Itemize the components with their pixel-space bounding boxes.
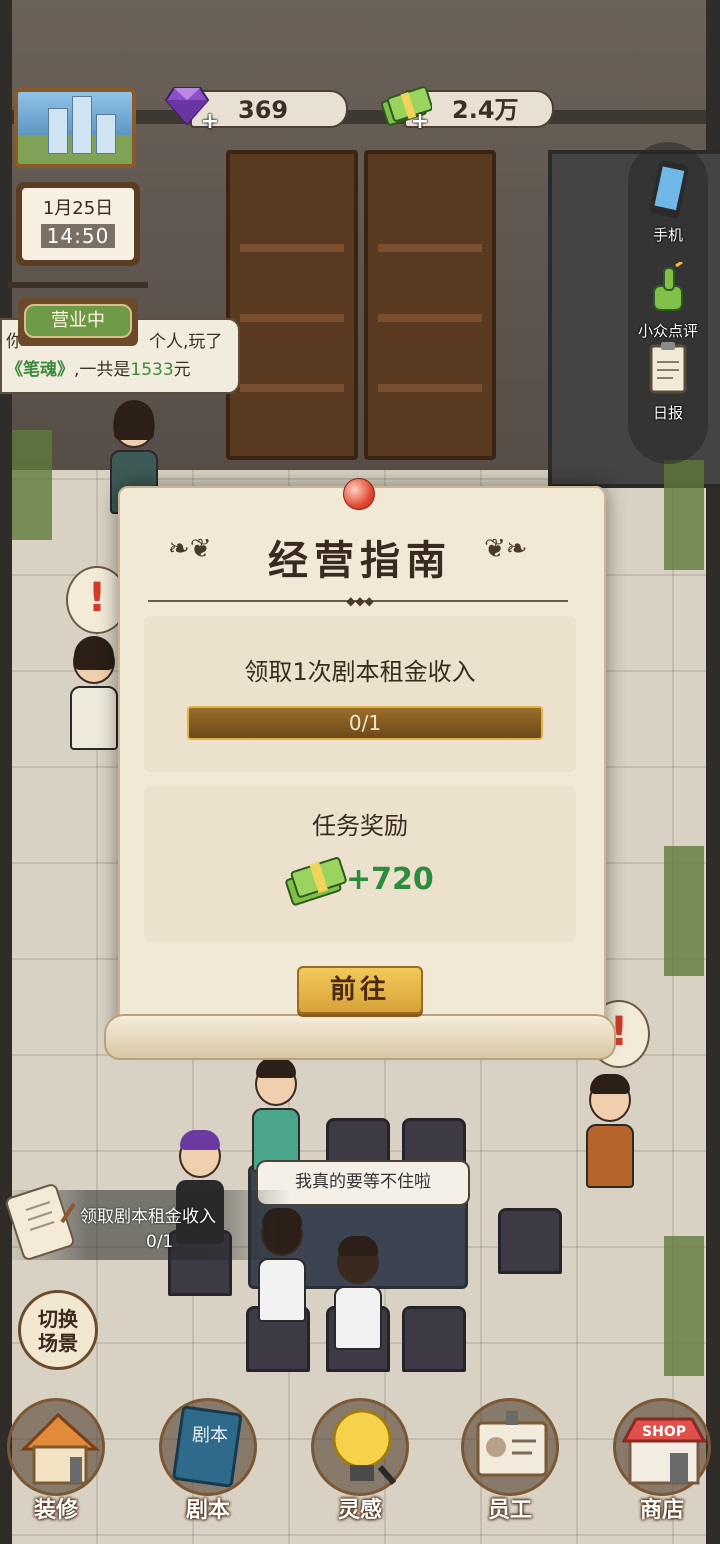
open-status-sign-front[interactable]: 营业中 <box>18 298 138 346</box>
reviews-button[interactable]: 小众点评 <box>628 260 708 341</box>
cash-stack-icon <box>285 857 347 906</box>
reviews-label: 小众点评 <box>637 322 698 340</box>
daily-report-button[interactable]: 日报 <box>628 340 708 423</box>
scroll-icon[interactable] <box>4 1184 84 1264</box>
staff-badge-icon <box>476 1411 548 1477</box>
house-icon <box>20 1412 100 1485</box>
divider-ornament-icon: ◆◆◆ <box>346 594 374 608</box>
go-button[interactable]: 前往 <box>297 966 423 1014</box>
reward-amount: +720 <box>346 862 434 897</box>
open-status-label: 营业中 <box>24 304 132 338</box>
svg-text:SHOP: SHOP <box>642 1424 686 1440</box>
clipboard-icon <box>649 342 687 394</box>
task-card <box>144 616 576 772</box>
script-book-icon: 剧本 <box>172 1405 243 1488</box>
date-label: 1月25日 <box>42 198 114 219</box>
add-gems-icon[interactable]: + <box>200 111 220 133</box>
phone-label: 手机 <box>652 226 683 244</box>
svg-text:剧本: 剧本 <box>192 1425 228 1446</box>
nav-shop[interactable]: SHOP 商店 <box>602 1398 720 1528</box>
switch-scene-line1: 切换 <box>38 1307 78 1331</box>
notice-line1-suffix: 个人,玩了 <box>149 332 223 352</box>
tracker-progress: 0/1 <box>146 1232 174 1252</box>
notice-unit: 元 <box>173 360 191 380</box>
time-label: 14:50 <box>40 224 116 248</box>
pin-icon <box>343 478 375 510</box>
green-mat <box>664 1236 704 1376</box>
character-staff[interactable] <box>586 1074 634 1198</box>
dialog-title: 经营指南 <box>268 538 452 584</box>
nav-renovate[interactable]: 装修 <box>0 1398 116 1528</box>
nav-staff[interactable]: 员工 <box>450 1398 570 1528</box>
switch-scene-button[interactable]: 切换 场景 <box>18 1290 98 1370</box>
bookshelf-right[interactable] <box>364 150 496 460</box>
nav-label: 员工 <box>487 1498 532 1523</box>
nav-label: 灵感 <box>337 1498 382 1523</box>
task-title: 领取1次剧本租金收入 <box>244 658 476 686</box>
nav-label: 剧本 <box>185 1498 230 1523</box>
lightbulb-icon <box>332 1409 397 1485</box>
chair <box>498 1208 562 1274</box>
cash-count: 2.4万 <box>452 96 519 124</box>
switch-scene-line2: 场景 <box>38 1331 78 1355</box>
green-mat <box>664 846 704 976</box>
notice-script-name: 《笔魂》 <box>6 360 74 380</box>
green-mat <box>664 460 704 570</box>
shop-icon: SHOP <box>621 1417 707 1485</box>
bookshelf-left[interactable] <box>226 150 358 460</box>
store-photo[interactable] <box>14 88 136 168</box>
nav-label: 商店 <box>639 1498 684 1523</box>
add-cash-icon[interactable]: + <box>410 111 430 133</box>
left-wall <box>0 0 12 1544</box>
daily-report-label: 日报 <box>652 404 683 422</box>
scroll-roll <box>104 1014 616 1060</box>
tracker-task-label: 领取剧本租金收入 <box>80 1207 216 1227</box>
character-customer-waiting[interactable] <box>70 636 118 760</box>
phone-button[interactable]: 手机 <box>628 160 708 245</box>
character-player[interactable] <box>334 1236 382 1360</box>
phone-icon <box>649 160 689 218</box>
nav-scripts[interactable]: 剧本 剧本 <box>148 1398 268 1528</box>
nav-label: 装修 <box>33 1498 78 1523</box>
task-progress-text: 0/1 <box>348 711 382 735</box>
chair <box>402 1306 466 1372</box>
reward-title: 任务奖励 <box>312 812 408 840</box>
notice-amount: 1533 <box>130 360 174 380</box>
green-mat <box>12 430 52 540</box>
notice-line2-mid: ,一共是 <box>74 360 131 380</box>
nav-inspiration[interactable]: 灵感 <box>300 1398 420 1528</box>
thumbs-up-icon <box>653 260 683 311</box>
sign-pole <box>8 282 148 288</box>
calendar-widget: 1月25日 14:50 <box>16 182 140 266</box>
gem-count: 369 <box>238 96 289 124</box>
